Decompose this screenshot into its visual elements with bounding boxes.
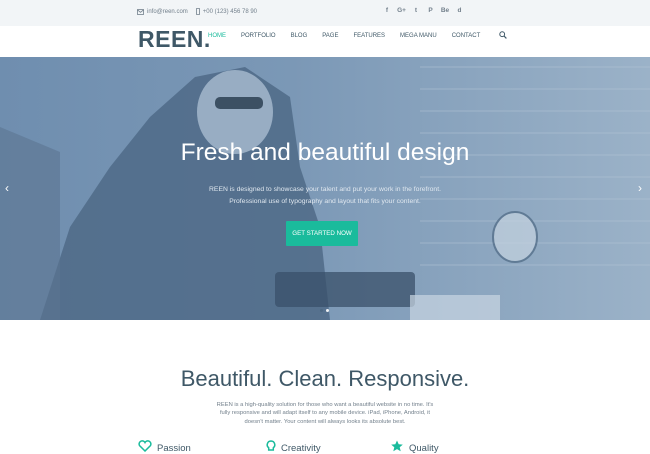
nav-item-mega-manu[interactable]: Mega Manu — [400, 33, 437, 39]
feature-creativity: Creativity — [266, 440, 321, 454]
facebook-icon[interactable]: f — [380, 7, 394, 14]
hero-slider: Fresh and beautiful design REEN is desig… — [0, 57, 650, 320]
google-plus-icon[interactable]: G+ — [395, 7, 409, 14]
dribbble-icon[interactable]: d — [453, 7, 467, 14]
nav-item-page[interactable]: Page — [322, 33, 338, 39]
nav-item-blog[interactable]: Blog — [291, 33, 308, 39]
star-icon — [391, 440, 403, 452]
nav-item-contact[interactable]: Contact — [452, 33, 481, 39]
nav-item-home[interactable]: Home — [208, 33, 226, 39]
get-started-button[interactable]: Get started now — [286, 221, 358, 246]
pinterest-icon[interactable]: P — [424, 7, 438, 14]
feature-passion: Passion — [138, 440, 191, 454]
search-icon[interactable] — [499, 31, 507, 39]
social-links: f G+ t P Be d — [380, 7, 467, 14]
email-item[interactable]: info@reen.com — [137, 9, 188, 15]
hero-title: Fresh and beautiful design — [180, 139, 470, 166]
site-logo[interactable]: REEN. — [138, 26, 211, 53]
mobile-icon — [195, 8, 200, 15]
slider-dot-active[interactable] — [326, 309, 329, 312]
feature-label: Quality — [409, 443, 439, 454]
slider-next-arrow-icon[interactable]: › — [638, 181, 642, 195]
slider-pagination — [320, 309, 332, 312]
envelope-icon — [137, 8, 144, 15]
top-bar: info@reen.com +00 (123) 456 78 90 f G+ t… — [0, 0, 650, 26]
nav-item-features[interactable]: Features — [353, 33, 385, 39]
contact-info: info@reen.com +00 (123) 456 78 90 — [137, 8, 265, 15]
feature-label: Creativity — [281, 443, 321, 454]
intro-text: REEN is a high-quality solution for thos… — [216, 402, 434, 425]
behance-icon[interactable]: Be — [438, 7, 452, 14]
phone-text: +00 (123) 456 78 90 — [202, 8, 257, 15]
intro-title: Beautiful. Clean. Responsive. — [180, 366, 470, 391]
main-menu: Home Portfolio Blog Page Features Mega M… — [208, 33, 495, 39]
nav-item-portfolio[interactable]: Portfolio — [241, 33, 276, 39]
slider-dot[interactable] — [320, 309, 323, 312]
heart-icon — [138, 440, 152, 452]
feature-quality: Quality — [390, 440, 439, 454]
slider-prev-arrow-icon[interactable]: ‹ — [5, 181, 9, 195]
feature-label: Passion — [157, 443, 191, 454]
lightbulb-icon — [266, 440, 276, 451]
hero-subtitle: REEN is designed to showcase your talent… — [209, 186, 441, 205]
twitter-icon[interactable]: t — [409, 7, 423, 14]
main-navbar: REEN. Home Portfolio Blog Page Features … — [0, 26, 650, 57]
phone-item[interactable]: +00 (123) 456 78 90 — [195, 8, 257, 15]
email-text: info@reen.com — [147, 8, 188, 15]
